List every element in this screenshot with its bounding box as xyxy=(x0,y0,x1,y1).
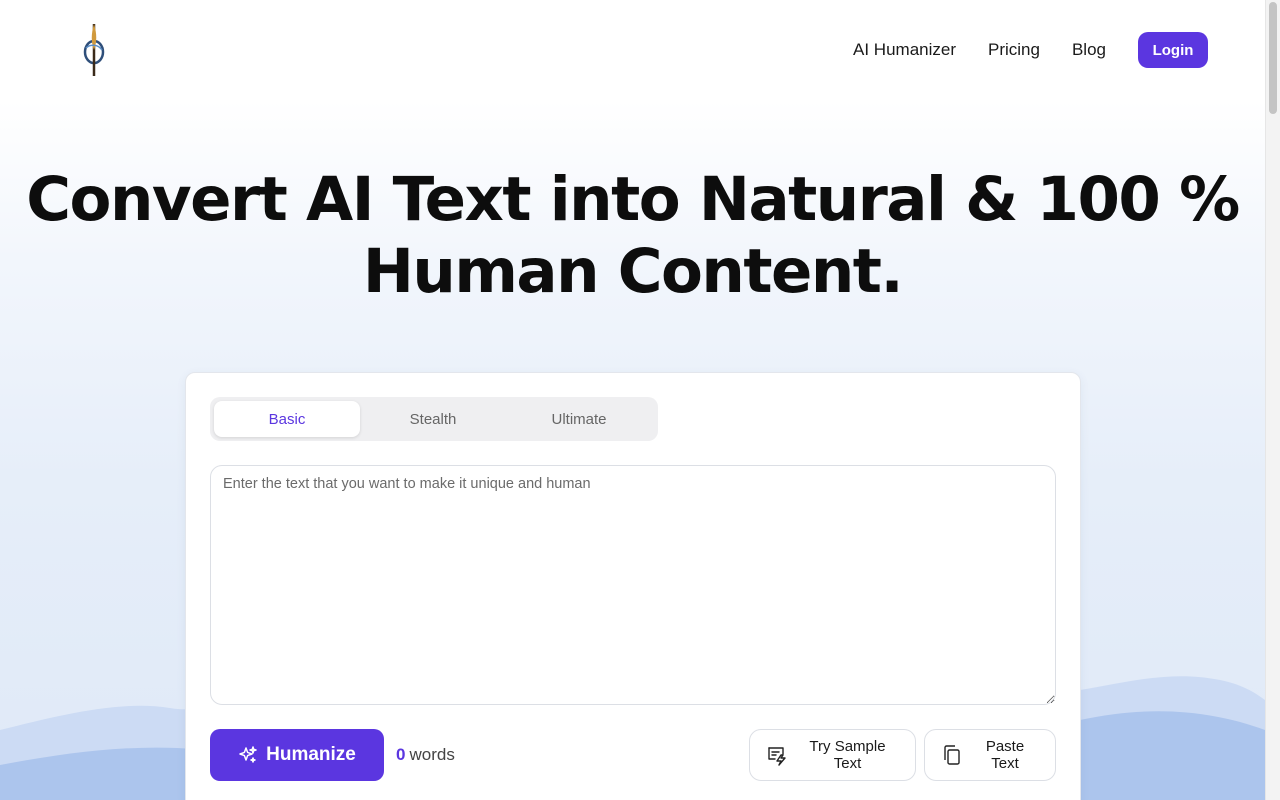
tab-basic[interactable]: Basic xyxy=(214,401,360,437)
word-count-unit: words xyxy=(409,745,455,764)
text-input[interactable] xyxy=(210,465,1056,705)
try-sample-text-label: Try Sample Text xyxy=(809,738,886,772)
tab-ultimate[interactable]: Ultimate xyxy=(506,401,652,437)
copy-icon xyxy=(941,744,963,766)
phi-quill-logo[interactable] xyxy=(76,20,112,80)
sparkles-icon xyxy=(238,745,258,765)
page-scrollbar[interactable] xyxy=(1265,0,1280,800)
login-button[interactable]: Login xyxy=(1138,32,1208,68)
nav-link-ai-humanizer[interactable]: AI Humanizer xyxy=(853,32,956,68)
paste-text-label: Paste Text xyxy=(985,738,1025,772)
try-sample-text-button[interactable]: Try Sample Text xyxy=(749,729,916,781)
site-header: AI Humanizer Pricing Blog Login xyxy=(0,0,1265,100)
mode-tabs: Basic Stealth Ultimate xyxy=(210,397,658,441)
humanizer-card: Basic Stealth Ultimate Humanize 0 words xyxy=(185,372,1081,800)
word-counter: 0 words xyxy=(396,729,455,781)
hero-title-line1: Convert AI Text into Natural & 100 % xyxy=(26,164,1240,235)
hero-title-line2: Human Content. xyxy=(362,236,904,307)
main-nav: AI Humanizer Pricing Blog Login xyxy=(853,32,1208,68)
hero-title: Convert AI Text into Natural & 100 % Hum… xyxy=(0,164,1265,308)
paste-text-button[interactable]: Paste Text xyxy=(924,729,1056,781)
tab-stealth[interactable]: Stealth xyxy=(360,401,506,437)
sample-text-icon xyxy=(766,744,788,766)
humanize-button[interactable]: Humanize xyxy=(210,729,384,781)
humanize-label: Humanize xyxy=(266,744,356,765)
nav-link-pricing[interactable]: Pricing xyxy=(988,32,1040,68)
word-count-value: 0 xyxy=(396,745,406,764)
scrollbar-thumb[interactable] xyxy=(1269,2,1277,114)
nav-link-blog[interactable]: Blog xyxy=(1072,32,1106,68)
